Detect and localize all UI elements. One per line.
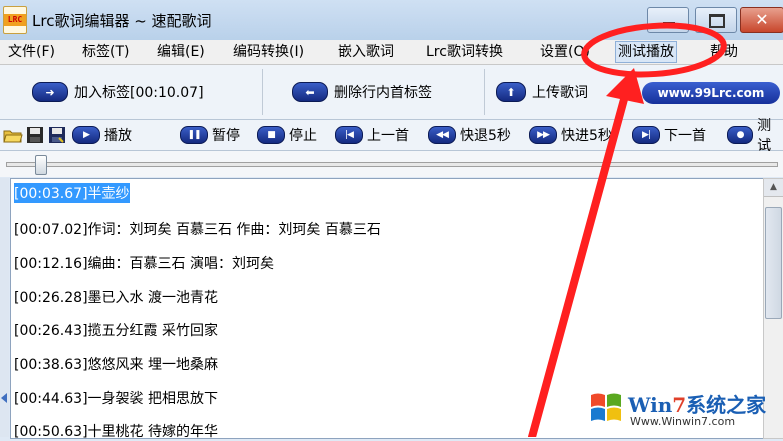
menu-help[interactable]: 帮助 xyxy=(708,42,740,62)
pause-label: 暂停 xyxy=(212,128,240,144)
pause-icon: ❚❚ xyxy=(180,126,208,144)
title-bar: LRC Lrc歌词编辑器 ~ 速配歌词 ✕ xyxy=(0,0,783,40)
scroll-thumb[interactable] xyxy=(765,207,782,319)
add-tag-button[interactable]: ➜ 加入标签[00:10.07] xyxy=(32,70,204,114)
play-label: 播放 xyxy=(104,128,132,144)
menu-embed-lyrics[interactable]: 嵌入歌词 xyxy=(336,42,396,62)
website-link[interactable]: www.99Lrc.com xyxy=(642,82,780,104)
playback-slider[interactable] xyxy=(0,151,783,177)
arrow-right-icon: ➜ xyxy=(32,82,68,102)
rewind-icon: ◀◀ xyxy=(428,126,456,144)
stop-button[interactable]: ■ 停止 xyxy=(257,124,317,146)
fast-forward-icon: ▶▶ xyxy=(529,126,557,144)
rewind-button[interactable]: ◀◀ 快退5秒 xyxy=(428,124,511,146)
lyric-line[interactable]: [00:03.67]半壶纱 xyxy=(14,183,130,203)
close-button[interactable]: ✕ xyxy=(740,7,783,33)
lyric-line[interactable]: [00:12.16]编曲：百慕三石 演唱：刘珂矣 xyxy=(14,253,274,273)
previous-track-button[interactable]: |◀ 上一首 xyxy=(335,124,409,146)
next-track-button[interactable]: ▶| 下一首 xyxy=(632,124,706,146)
menu-edit[interactable]: 编辑(E) xyxy=(155,42,207,62)
watermark: Win7系统之家 Www.Winwin7.com xyxy=(588,385,780,435)
open-folder-icon[interactable] xyxy=(3,125,23,145)
maximize-button[interactable] xyxy=(695,7,737,33)
skip-back-icon: |◀ xyxy=(335,126,363,144)
stop-label: 停止 xyxy=(289,128,317,144)
windows-logo-icon xyxy=(591,393,621,421)
fast-forward-label: 快进5秒 xyxy=(561,128,612,144)
menu-tags[interactable]: 标签(T) xyxy=(80,42,131,62)
toolbar-divider xyxy=(484,69,485,115)
watermark-brand: Win7系统之家 xyxy=(628,393,767,417)
close-icon: ✕ xyxy=(755,10,769,29)
lyric-line[interactable]: [00:38.63]悠悠风来 埋一地桑麻 xyxy=(14,354,218,374)
play-button[interactable]: ▶ 播放 xyxy=(72,124,132,146)
lyric-line[interactable]: [00:26.43]揽五分红霞 采竹回家 xyxy=(14,320,218,340)
slider-thumb[interactable] xyxy=(35,155,47,175)
play-icon: ▶ xyxy=(72,126,100,144)
arrow-left-icon: ⬅ xyxy=(292,82,328,102)
lyric-line[interactable]: [00:26.28]墨已入水 渡一池青花 xyxy=(14,287,218,307)
upload-lyrics-button[interactable]: ⬆ 上传歌词 xyxy=(496,70,588,114)
upload-lyrics-label: 上传歌词 xyxy=(532,85,588,101)
test-icon: ● xyxy=(727,126,754,144)
menu-bar: 文件(F) 标签(T) 编辑(E) 编码转换(I) 嵌入歌词 Lrc歌词转换 设… xyxy=(0,40,783,65)
menu-encoding[interactable]: 编码转换(I) xyxy=(231,42,306,62)
menu-settings[interactable]: 设置(O) xyxy=(538,42,592,62)
add-tag-label: 加入标签[00:10.07] xyxy=(74,85,204,101)
previous-track-label: 上一首 xyxy=(367,128,409,144)
collapse-arrow-icon[interactable] xyxy=(1,393,7,403)
delete-tag-label: 删除行内首标签 xyxy=(334,85,432,101)
skip-forward-icon: ▶| xyxy=(632,126,660,144)
fast-forward-button[interactable]: ▶▶ 快进5秒 xyxy=(529,124,612,146)
slider-track[interactable] xyxy=(6,162,778,167)
save-as-icon[interactable] xyxy=(47,125,67,145)
menu-lrc-convert[interactable]: Lrc歌词转换 xyxy=(424,42,505,62)
lyric-line[interactable]: [00:50.63]十里桃花 待嫁的年华 xyxy=(14,421,218,441)
window-title: Lrc歌词编辑器 ~ 速配歌词 xyxy=(32,12,212,30)
delete-tag-button[interactable]: ⬅ 删除行内首标签 xyxy=(292,70,432,114)
scroll-up-icon[interactable]: ▲ xyxy=(764,179,783,197)
lyric-line[interactable]: [00:44.63]一身袈裟 把相思放下 xyxy=(14,388,218,408)
watermark-url: Www.Winwin7.com xyxy=(630,415,736,428)
rewind-label: 快退5秒 xyxy=(460,128,511,144)
app-logo-icon: LRC xyxy=(3,6,27,34)
arrow-up-icon: ⬆ xyxy=(496,82,526,102)
player-toolbar: ▶ 播放 ❚❚ 暂停 ■ 停止 |◀ 上一首 ◀◀ 快退5秒 ▶▶ 快进5秒 ▶… xyxy=(0,118,783,154)
minimize-button[interactable] xyxy=(647,7,689,33)
maximize-icon xyxy=(709,14,725,28)
pause-button[interactable]: ❚❚ 暂停 xyxy=(180,124,240,146)
minimize-icon xyxy=(663,22,675,25)
left-panel-edge xyxy=(0,178,9,437)
toolbar-divider xyxy=(262,69,263,115)
test-label: 测试 xyxy=(757,118,772,154)
lyric-line[interactable]: [00:07.02]作词：刘珂矣 百慕三石 作曲：刘珂矣 百慕三石 xyxy=(14,219,381,239)
menu-test-play[interactable]: 测试播放 xyxy=(615,41,677,63)
stop-icon: ■ xyxy=(257,126,285,144)
next-track-label: 下一首 xyxy=(664,128,706,144)
menu-file[interactable]: 文件(F) xyxy=(6,42,57,62)
save-icon[interactable] xyxy=(25,125,45,145)
test-button[interactable]: ● 测试 xyxy=(727,118,783,154)
